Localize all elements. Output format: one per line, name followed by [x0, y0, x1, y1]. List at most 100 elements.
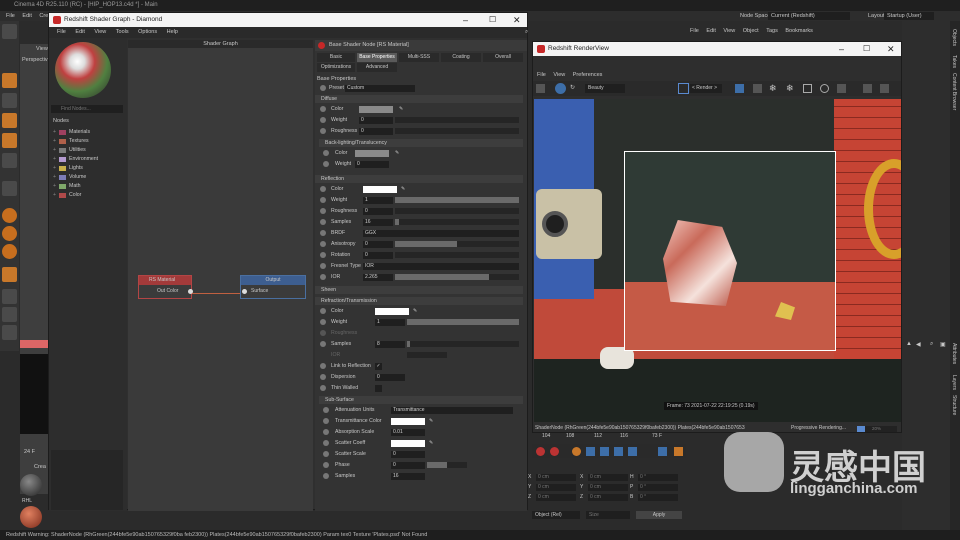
backlight-eyedropper-icon[interactable]: ✎ — [395, 148, 399, 158]
expand-icon[interactable]: + — [53, 128, 56, 137]
tab-optimizations[interactable]: Optimizations — [317, 63, 355, 72]
diffuse-weight-dot[interactable] — [320, 117, 326, 123]
om-menu-tags[interactable]: Tags — [766, 28, 778, 34]
diffuse-rough-field[interactable]: 0 — [359, 127, 393, 135]
refr-color-swatch[interactable] — [375, 307, 409, 315]
refl-brdf-dot[interactable] — [320, 230, 326, 236]
sss-scatter-eyedropper-icon[interactable]: ✎ — [429, 438, 433, 448]
rv-render-button[interactable]: < Render > — [690, 84, 722, 93]
refr-weight-field[interactable]: 1 — [375, 318, 405, 326]
sss-phase-field[interactable]: 0 — [391, 461, 425, 469]
section-sheen[interactable]: Sheen — [315, 286, 523, 294]
attr-up-icon[interactable]: ▲ — [906, 341, 912, 347]
find-nodes-input[interactable]: Find Nodes... — [51, 105, 123, 113]
refl-weight-slider[interactable] — [395, 197, 519, 203]
tab-base-properties[interactable]: Base Properties — [357, 53, 397, 62]
refr-color-dot[interactable] — [320, 308, 326, 314]
node-category-item[interactable]: + Color — [53, 191, 125, 200]
refl-brdf-select[interactable]: GGX — [363, 229, 519, 237]
coord-value-field[interactable]: 0 ° — [638, 494, 678, 501]
refr-weight-slider[interactable] — [407, 319, 519, 325]
refl-rough-field[interactable]: 0 — [363, 207, 393, 215]
menu-edit[interactable]: Edit — [22, 13, 31, 19]
sg-menu-tools[interactable]: Tools — [116, 29, 129, 35]
expand-icon[interactable]: + — [53, 164, 56, 173]
node-category-item[interactable]: + Materials — [53, 128, 125, 137]
om-menu-edit[interactable]: Edit — [706, 28, 715, 34]
tab-overall[interactable]: Overall — [483, 53, 523, 62]
node-category-item[interactable]: + Lights — [53, 164, 125, 173]
sss-sscale-field[interactable]: 0 — [391, 450, 425, 458]
backlight-color-swatch[interactable] — [355, 149, 389, 157]
sss-scatter-dot[interactable] — [323, 440, 329, 446]
maximize-icon[interactable]: ☐ — [489, 13, 496, 27]
refr-link-checkbox[interactable]: ✓ — [375, 362, 382, 370]
magnet-icon[interactable] — [2, 226, 17, 241]
rv-maximize-icon[interactable]: ☐ — [863, 42, 870, 56]
refr-weight-dot[interactable] — [320, 319, 326, 325]
node-category-item[interactable]: + Volume — [53, 173, 125, 182]
coord-value-field[interactable]: 0 cm — [588, 494, 628, 501]
rv-refresh-icon[interactable]: ↻ — [570, 84, 579, 93]
point-key-icon[interactable] — [658, 447, 667, 456]
timeline-ruler[interactable]: 104 108 112 116 73 F — [532, 433, 682, 442]
tab-content-browser[interactable]: Content Browser — [951, 73, 957, 110]
select-icon[interactable] — [2, 153, 17, 168]
refr-samples-dot[interactable] — [320, 341, 326, 347]
backlight-weight-field[interactable]: 0 — [355, 160, 389, 168]
minimize-icon[interactable]: – — [463, 13, 468, 27]
graph-canvas[interactable]: Shader Graph RS Material Out Color Outpu… — [128, 40, 313, 511]
refl-weight-dot[interactable] — [320, 197, 326, 203]
coord-value-field[interactable]: 0 ° — [638, 474, 678, 481]
diffuse-eyedropper-icon[interactable]: ✎ — [399, 104, 403, 114]
viewport[interactable]: View Perspectiv 24 F Crea — [20, 44, 48, 494]
key-icon[interactable] — [572, 447, 581, 456]
viewport-view-label[interactable]: View — [36, 46, 48, 52]
refr-thin-dot[interactable] — [320, 385, 326, 391]
node-category-item[interactable]: + Environment — [53, 155, 125, 164]
om-menu-bookmarks[interactable]: Bookmarks — [785, 28, 813, 34]
record-icon[interactable] — [536, 447, 545, 456]
coord-value-field[interactable]: 0 cm — [588, 474, 628, 481]
refr-eyedropper-icon[interactable]: ✎ — [413, 306, 417, 316]
refl-eyedropper-icon[interactable]: ✎ — [401, 184, 405, 194]
refl-samples-slider[interactable] — [395, 219, 519, 225]
refl-ior-slider[interactable] — [395, 274, 519, 280]
attr-search-icon[interactable]: ⌕ — [930, 341, 933, 348]
rv-close-icon[interactable]: ✕ — [887, 42, 895, 56]
rv-menu-file[interactable]: File — [537, 72, 546, 78]
rv-minimize-icon[interactable]: – — [839, 42, 844, 56]
rv-menu-view[interactable]: View — [553, 72, 565, 78]
diffuse-weight-field[interactable]: 0 — [359, 116, 393, 124]
rv-circle-icon[interactable] — [820, 84, 829, 93]
refr-dispersion-field[interactable]: 0 — [375, 373, 405, 381]
node-category-item[interactable]: + Utilities — [53, 146, 125, 155]
grid-icon[interactable] — [2, 307, 17, 322]
refl-fresnel-dot[interactable] — [320, 263, 326, 269]
cube-icon[interactable] — [2, 73, 17, 88]
coord-value-field[interactable]: 0 cm — [536, 494, 576, 501]
preset-select[interactable]: Custom — [345, 84, 415, 92]
node-output[interactable]: Output Surface — [240, 275, 306, 299]
tab-attributes[interactable]: Attributes — [951, 343, 957, 364]
sss-samples-field[interactable]: 16 — [391, 472, 425, 480]
backlight-color-dot[interactable] — [323, 150, 329, 156]
snap-icon[interactable] — [2, 208, 17, 223]
refl-ior-dot[interactable] — [320, 274, 326, 280]
refl-rotation-slider[interactable] — [395, 252, 519, 258]
rv-grid2-icon[interactable] — [837, 84, 846, 93]
node-category-item[interactable]: + Math — [53, 182, 125, 191]
sss-abs-dot[interactable] — [323, 429, 329, 435]
render-canvas[interactable]: Frame: 73 2021-07-22 22:19:25 (0.19s) — [534, 99, 901, 422]
sss-atten-dot[interactable] — [323, 407, 329, 413]
coord-value-field[interactable]: 0 cm — [588, 484, 628, 491]
polygon-icon[interactable] — [2, 181, 17, 196]
lock-axis-icon[interactable] — [2, 244, 17, 259]
node-output-input-port[interactable] — [242, 289, 247, 294]
expand-icon[interactable]: + — [53, 137, 56, 146]
sg-menu-edit[interactable]: Edit — [75, 29, 84, 35]
tab-layers[interactable]: Layers — [951, 375, 957, 390]
refr-rough-dot[interactable] — [320, 330, 326, 336]
section-diffuse[interactable]: Diffuse — [315, 95, 523, 103]
refr-dispersion-dot[interactable] — [320, 374, 326, 380]
